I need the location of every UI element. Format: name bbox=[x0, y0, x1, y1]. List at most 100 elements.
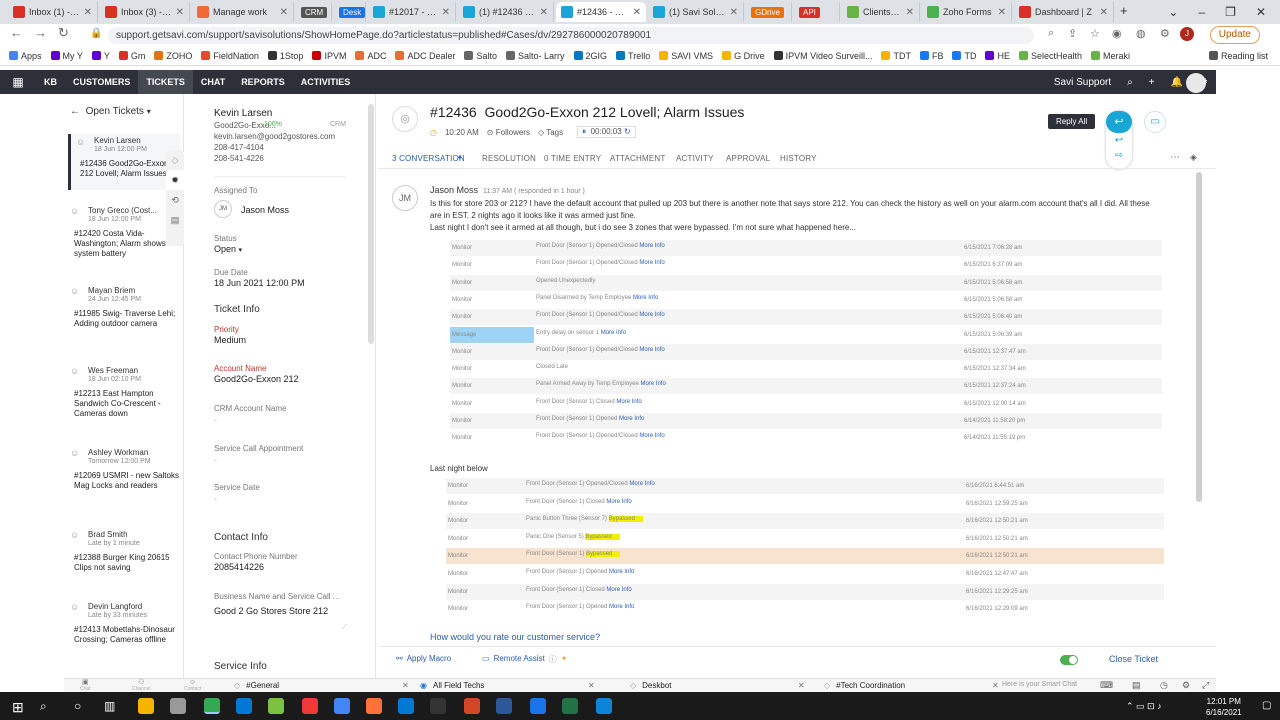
browser-tab[interactable]: Clients - Meraki ✕ bbox=[842, 2, 920, 22]
profile-chevron-icon[interactable]: ⌄ bbox=[1168, 5, 1178, 19]
tab-close-icon[interactable]: ✕ bbox=[84, 7, 92, 18]
more-info-link[interactable]: More Info bbox=[619, 416, 644, 422]
smart-chat-input[interactable]: Here is your Smart Chat bbox=[1002, 681, 1077, 688]
clock-icon[interactable]: ◷ bbox=[1160, 680, 1168, 691]
chat-channel-close-icon[interactable]: ✕ bbox=[588, 681, 595, 690]
nav-activities[interactable]: ACTIVITIES bbox=[293, 70, 359, 94]
bookmark-item[interactable]: FB bbox=[919, 51, 943, 61]
ticket-list-item[interactable]: ☺ Ashley Workman Tomorrow 12:00 PM #12069 U… bbox=[70, 448, 182, 491]
back-arrow-icon[interactable]: ← bbox=[70, 106, 80, 117]
bookmark-item[interactable]: ADC bbox=[355, 51, 386, 61]
chat-channel-tab[interactable]: ◉ All Field Techs bbox=[420, 681, 484, 690]
bookmark-item[interactable]: Meraki bbox=[1091, 51, 1130, 61]
bookmark-item[interactable]: SAVI VMS bbox=[659, 51, 713, 61]
layers-icon[interactable]: ◈ bbox=[1190, 152, 1197, 163]
browser-tab[interactable]: CRM bbox=[296, 2, 332, 22]
org-switcher[interactable]: Savi Support bbox=[1054, 77, 1111, 88]
browser-tab[interactable]: #12017 - Savi ✕ bbox=[368, 2, 456, 22]
word-icon[interactable] bbox=[496, 698, 512, 714]
notifications-icon[interactable]: 🔔 bbox=[1171, 77, 1183, 88]
user-avatar[interactable] bbox=[1186, 73, 1206, 93]
extension-icon[interactable]: ◉ bbox=[1112, 27, 1122, 40]
timer[interactable]: ⏸ 00:00:03 ↻ bbox=[577, 126, 636, 138]
tab-close-icon[interactable]: ✕ bbox=[176, 7, 184, 18]
tab-close-icon[interactable]: ✕ bbox=[633, 7, 641, 18]
cortana-icon[interactable]: ○ bbox=[74, 699, 81, 713]
chat-channel-close-icon[interactable]: ✕ bbox=[798, 681, 805, 690]
nav-tickets[interactable]: TICKETS bbox=[138, 70, 193, 94]
edge-icon[interactable] bbox=[236, 698, 252, 714]
tab-close-icon[interactable]: ✕ bbox=[998, 7, 1006, 18]
apply-macro-button[interactable]: ⚯ Apply Macro bbox=[396, 654, 451, 663]
expand-icon[interactable]: ⤢ bbox=[1202, 680, 1209, 691]
browser-tab[interactable]: (1) Savi Solutio ✕ bbox=[648, 2, 744, 22]
excel-icon[interactable] bbox=[562, 698, 578, 714]
bookmark-item[interactable]: Salto bbox=[464, 51, 497, 61]
browser-tab[interactable]: (1) #12436 - Sa ✕ bbox=[458, 2, 554, 22]
nav-chat[interactable]: CHAT bbox=[193, 70, 233, 94]
crm-label[interactable]: CRM bbox=[330, 121, 346, 128]
browser-tab[interactable]: API bbox=[794, 2, 840, 22]
tab-resolution[interactable]: RESOLUTION bbox=[482, 154, 536, 163]
assignee-name[interactable]: Jason Moss bbox=[241, 205, 289, 215]
tags[interactable]: ◇ Tags bbox=[538, 128, 563, 137]
author-name[interactable]: Jason Moss bbox=[430, 185, 478, 195]
tag-icon[interactable]: ◇ bbox=[166, 150, 184, 170]
update-button[interactable]: Update bbox=[1209, 26, 1260, 44]
back-icon[interactable]: ← bbox=[10, 25, 23, 40]
more-info-link[interactable]: More Info bbox=[639, 243, 664, 249]
chat-channel-close-icon[interactable]: ✕ bbox=[402, 681, 409, 690]
clock[interactable]: 12:01 PM 6/16/2021 bbox=[1206, 696, 1242, 718]
browser-tab[interactable]: Inbox (3) - squ ✕ bbox=[100, 2, 190, 22]
chat-channel-tab[interactable]: ◇ Deskbot bbox=[630, 681, 672, 690]
star-icon[interactable]: ☆ bbox=[1090, 27, 1100, 40]
bookmark-item[interactable]: HE bbox=[985, 51, 1010, 61]
close-ticket-button[interactable]: Close Ticket bbox=[1109, 654, 1158, 664]
vivaldi-icon[interactable] bbox=[302, 698, 318, 714]
search-icon[interactable]: ⌕ bbox=[40, 699, 47, 714]
ticket-list-item[interactable]: ☺ Mayan Briem 24 Jun 12:45 PM #11985 Swig- … bbox=[70, 286, 182, 329]
tab-close-icon[interactable]: ✕ bbox=[540, 7, 548, 18]
more-options-icon[interactable]: ⋯ bbox=[1170, 152, 1180, 163]
share-icon[interactable]: ⇪ bbox=[1068, 27, 1077, 40]
more-info-link[interactable]: More Info bbox=[633, 295, 658, 301]
browser-tab[interactable]: Manage work ✕ bbox=[192, 2, 294, 22]
tab-attachment[interactable]: ATTACHMENT bbox=[610, 154, 665, 163]
keyboard-icon[interactable]: ⌨ bbox=[1100, 680, 1113, 691]
more-info-link[interactable]: More Info bbox=[609, 604, 634, 610]
chat-channel-tab[interactable]: ◇ #Tech Coordination bbox=[824, 681, 905, 690]
minimize-icon[interactable]: – bbox=[1198, 5, 1205, 19]
service-date-value[interactable]: - bbox=[214, 494, 217, 504]
profile-avatar[interactable]: J bbox=[1180, 27, 1194, 41]
add-icon[interactable]: + bbox=[1149, 77, 1155, 88]
forward-icon[interactable]: ⇨ bbox=[1106, 150, 1132, 161]
browser-icon[interactable] bbox=[334, 698, 350, 714]
tab-close-icon[interactable]: ✕ bbox=[906, 7, 914, 18]
bookmark-item[interactable]: 1Stop bbox=[267, 51, 303, 61]
reply-icon[interactable]: ↩ bbox=[1106, 135, 1132, 146]
extension-icon[interactable]: ◍ bbox=[1136, 27, 1146, 40]
chat-channel-tab[interactable]: ◇ #General bbox=[234, 681, 279, 690]
browser-tab[interactable]: Desk bbox=[334, 2, 366, 22]
more-info-link[interactable]: More Info bbox=[641, 381, 666, 387]
bookmark-item[interactable]: TDT bbox=[881, 51, 911, 61]
bookmark-item[interactable]: ZOHO bbox=[154, 51, 192, 61]
photos-icon[interactable] bbox=[398, 698, 414, 714]
more-info-link[interactable]: More Info bbox=[601, 330, 626, 336]
reply-all-icon[interactable]: ↩ bbox=[1106, 111, 1132, 133]
chat-bar-item[interactable]: ⚇ Channel bbox=[132, 679, 151, 693]
ticket-list-item[interactable]: ☺ Kevin Larsen 18 Jun 12:00 PM #12436 Good2… bbox=[68, 134, 180, 190]
due-date[interactable]: 18 Jun 2021 12:00 PM bbox=[214, 278, 305, 288]
bug-icon[interactable]: ✹ bbox=[166, 170, 184, 190]
vpn-icon[interactable] bbox=[530, 698, 546, 714]
firefox-icon[interactable] bbox=[366, 698, 382, 714]
followers[interactable]: ⊙ Followers bbox=[487, 128, 530, 137]
browser-tab[interactable]: Inbox (1) - jaso ✕ bbox=[8, 2, 98, 22]
more-info-link[interactable]: More Info bbox=[639, 433, 664, 439]
downloader-icon[interactable] bbox=[596, 698, 612, 714]
nav-reports[interactable]: REPORTS bbox=[233, 70, 293, 94]
browser-tab[interactable]: Dashboard | Z ✕ bbox=[1014, 2, 1114, 22]
browser-tab[interactable]: GDrive bbox=[746, 2, 792, 22]
ticket-list-item[interactable]: ☺ Devin Langford Late by 33 minutes #12413 … bbox=[70, 602, 182, 645]
new-tab-icon[interactable]: + bbox=[1120, 3, 1128, 18]
